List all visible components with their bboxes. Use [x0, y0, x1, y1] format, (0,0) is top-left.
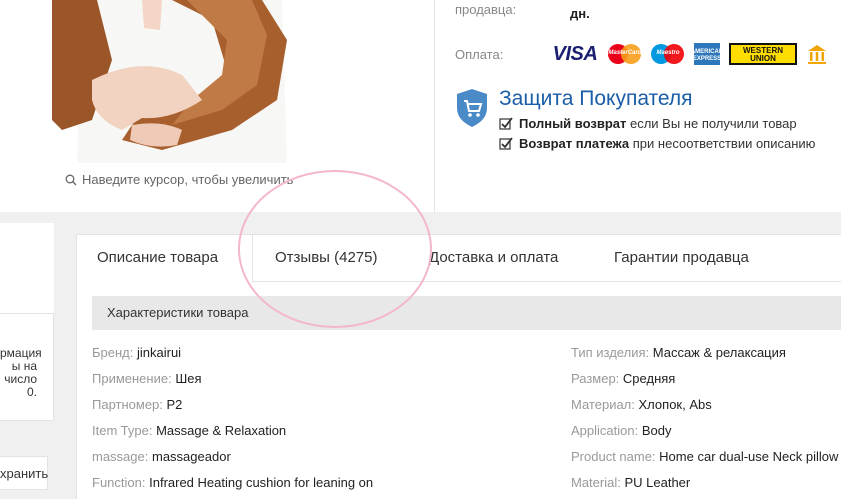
- annotation-ellipse: [238, 170, 432, 328]
- checkbox-checked-icon: [499, 116, 513, 130]
- buyer-protection-line-refund: Полный возврат если Вы не получили товар: [499, 116, 797, 131]
- buyer-protection-title: Защита Покупателя: [499, 87, 693, 110]
- spec-row: Применение: Шея: [92, 371, 202, 386]
- left-sidebar-card: [0, 223, 54, 313]
- spec-row: Бренд: jinkairui: [92, 345, 182, 360]
- buyer-protection-line-return: Возврат платежа при несоответствии описа…: [499, 136, 815, 151]
- product-details-panel: Описание товара Отзывы (4275) Доставка и…: [76, 234, 841, 499]
- shield-cart-icon: [457, 89, 487, 127]
- spec-row: Материал: Хлопок, Abs: [571, 397, 712, 412]
- spec-row: Material: PU Leather: [571, 475, 691, 490]
- save-button[interactable]: хранить: [0, 456, 48, 490]
- maestro-logo: Maestro: [651, 43, 685, 65]
- spec-row: Product name: Home car dual-use Neck pil…: [571, 449, 839, 464]
- tab-warranty[interactable]: Гарантии продавца: [614, 235, 749, 282]
- bank-icon: [806, 43, 828, 65]
- checkbox-checked-icon: [499, 136, 513, 150]
- product-photo: [52, 0, 297, 163]
- spec-row: Размер: Средняя: [571, 371, 676, 386]
- seller-value: дн.: [570, 6, 590, 21]
- mastercard-logo: MasterCard: [608, 43, 642, 65]
- payment-label: Оплата:: [455, 47, 504, 62]
- column-divider: [434, 0, 435, 212]
- left-info-card: рмация ы на число 0.: [0, 313, 54, 421]
- payment-logos: VISA MasterCard Maestro AMERICAN EXPRESS…: [551, 42, 828, 66]
- visa-logo: VISA: [552, 42, 598, 65]
- tab-description[interactable]: Описание товара: [77, 235, 253, 283]
- amex-logo: AMERICAN EXPRESS: [691, 43, 723, 65]
- left-info-line: 0.: [26, 385, 37, 399]
- product-top-section: Наведите курсор, чтобы увеличить продавц…: [0, 0, 841, 212]
- spec-row: Партномер: P2: [92, 397, 183, 412]
- zoom-hint: Наведите курсор, чтобы увеличить: [65, 172, 293, 187]
- tab-shipping[interactable]: Доставка и оплата: [429, 235, 558, 282]
- zoom-hint-text: Наведите курсор, чтобы увеличить: [82, 172, 294, 187]
- western-union-logo: WESTERN UNION: [729, 43, 797, 65]
- specs-header: Характеристики товара: [92, 296, 841, 330]
- spec-row: Тип изделия: Массаж & релаксация: [571, 345, 786, 360]
- spec-row: Function: Infrared Heating cushion for l…: [92, 475, 374, 490]
- spec-row: Item Type: Massage & Relaxation: [92, 423, 287, 438]
- spec-row: massage: massageador: [92, 449, 231, 464]
- spec-row: Application: Body: [571, 423, 672, 438]
- product-image[interactable]: [52, 0, 297, 163]
- tab-bar: Описание товара Отзывы (4275) Доставка и…: [77, 235, 841, 283]
- search-icon: [65, 174, 77, 185]
- seller-label: продавца:: [455, 2, 517, 17]
